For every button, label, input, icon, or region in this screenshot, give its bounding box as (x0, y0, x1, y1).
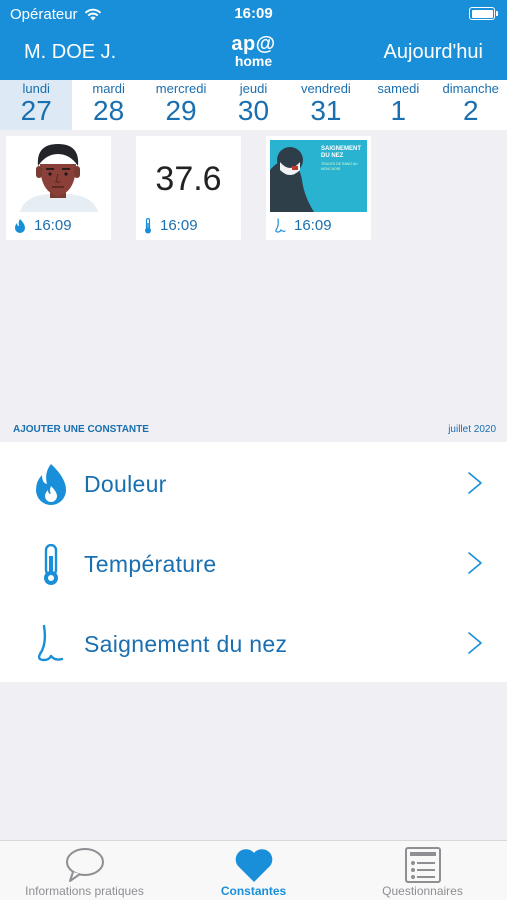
thermometer-icon (44, 544, 58, 585)
chevron-right-icon (468, 632, 482, 654)
nosebleed-card-time: 16:09 (294, 217, 332, 234)
constant-label-pain: Douleur (84, 471, 167, 497)
status-bar: Opérateur 16:09 (0, 0, 507, 28)
constants-list: Douleur Température Saignement du nez (0, 442, 507, 682)
section-title: AJOUTER UNE CONSTANTE (13, 424, 149, 435)
nosebleed-card[interactable]: SAIGNEMENT DU NEZ TRACES DE SANG AU MOUC… (266, 136, 371, 240)
section-month: juillet 2020 (448, 424, 496, 435)
pain-card[interactable]: 16:09 (6, 136, 111, 240)
flame-icon (36, 464, 66, 505)
status-time: 16:09 (234, 5, 273, 22)
constant-label-nosebleed: Saignement du nez (84, 631, 288, 657)
tab-label-constantes: Constantes (220, 884, 287, 898)
pain-face-image (10, 140, 107, 212)
poster-title: SAIGNEMENT DU NEZ TRACES DE SANG AU MOUC… (321, 146, 362, 171)
flame-icon (15, 218, 25, 233)
chat-bubble-icon (65, 848, 104, 882)
nav-bar: M. DOE J. ap@ home Aujourd'hui (0, 28, 507, 80)
pain-card-time: 16:09 (34, 217, 72, 234)
constant-row-nosebleed[interactable]: Saignement du nez (0, 602, 507, 682)
nose-icon (37, 624, 64, 662)
day-wednesday[interactable]: mercredi 29 (145, 80, 217, 130)
day-friday[interactable]: vendredi 31 (290, 80, 362, 130)
temperature-card-time: 16:09 (160, 217, 198, 234)
tab-informations-pratiques[interactable]: Informations pratiques (0, 841, 169, 900)
tab-questionnaires[interactable]: Questionnaires (338, 841, 507, 900)
day-saturday[interactable]: samedi 1 (362, 80, 434, 130)
week-strip: lundi 27 mardi 28 mercredi 29 jeudi 30 v… (0, 80, 507, 130)
thermometer-icon (145, 217, 151, 233)
day-tuesday[interactable]: mardi 28 (72, 80, 144, 130)
temperature-card[interactable]: 37.6 16:09 (136, 136, 241, 240)
temperature-value: 37.6 (155, 160, 222, 198)
constant-row-temperature[interactable]: Température (0, 522, 507, 602)
tab-constantes[interactable]: Constantes (169, 841, 338, 900)
pain-card-footer: 16:09 (14, 217, 72, 234)
tab-label-questionnaires: Questionnaires (382, 884, 463, 898)
day-sunday[interactable]: dimanche 2 (435, 80, 507, 130)
nose-icon (275, 217, 286, 233)
heart-icon (235, 849, 272, 882)
nosebleed-card-footer: 16:09 (274, 217, 332, 234)
battery-icon (469, 7, 498, 20)
tab-label-informations: Informations pratiques (25, 884, 144, 898)
nosebleed-poster: SAIGNEMENT DU NEZ TRACES DE SANG AU MOUC… (270, 140, 367, 212)
tab-bar: Informations pratiques Constantes Questi… (0, 840, 507, 900)
constant-row-pain[interactable]: Douleur (0, 442, 507, 522)
chevron-right-icon (468, 552, 482, 574)
add-constant-header: AJOUTER UNE CONSTANTE juillet 2020 (13, 424, 496, 435)
temperature-card-footer: 16:09 (144, 217, 198, 234)
day-monday[interactable]: lundi 27 (0, 80, 73, 130)
constant-label-temperature: Température (84, 551, 217, 577)
chevron-right-icon (468, 472, 482, 494)
today-button[interactable]: Aujourd'hui (384, 41, 483, 64)
day-thursday[interactable]: jeudi 30 (217, 80, 289, 130)
form-icon (404, 847, 441, 883)
measurement-cards: 16:09 37.6 16:09 SAIGNEMENT DU NEZ TRACE… (6, 136, 371, 240)
